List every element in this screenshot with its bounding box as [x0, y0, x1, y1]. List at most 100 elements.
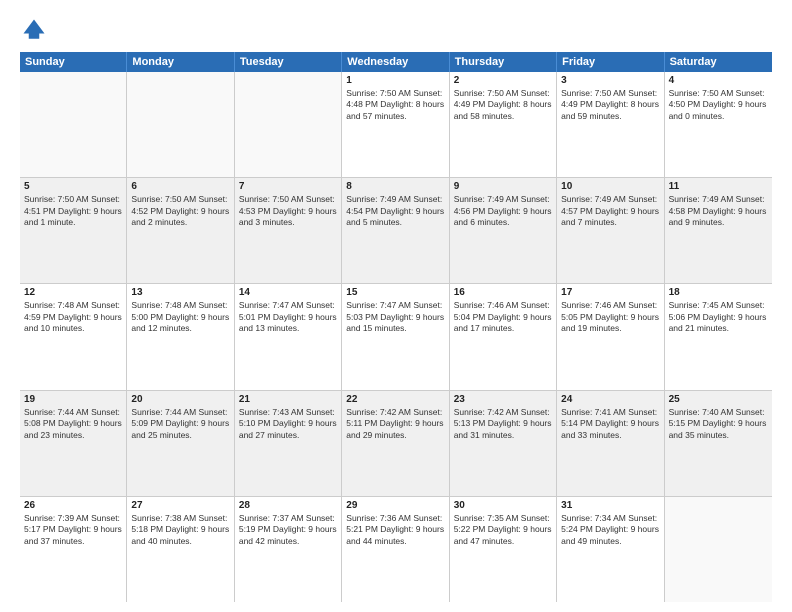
day-cell-2: 2 Sunrise: 7:50 AM Sunset: 4:49 PM Daylig… — [450, 72, 557, 177]
day-cell-16: 16 Sunrise: 7:46 AM Sunset: 5:04 PM Dayli… — [450, 284, 557, 389]
day-number: 6 — [131, 181, 229, 192]
calendar: SundayMondayTuesdayWednesdayThursdayFrid… — [20, 52, 772, 602]
header-day-wednesday: Wednesday — [342, 52, 449, 72]
day-cell-3: 3Sunrise: 7:50 AM Sunset: 4:49 PM Daylig… — [557, 72, 664, 177]
day-number: 23 — [454, 394, 552, 405]
day-cell-1: 1 Sunrise: 7:50 AM Sunset: 4:48 PM Daylig… — [342, 72, 449, 177]
cell-text: Sunrise: 7:48 AM Sunset: 4:59 PM Dayligh… — [24, 300, 122, 334]
day-cell-14: 14 Sunrise: 7:47 AM Sunset: 5:01 PM Dayli… — [235, 284, 342, 389]
day-cell-15: 15 Sunrise: 7:47 AM Sunset: 5:03 PM Dayli… — [342, 284, 449, 389]
cell-text: Sunrise: 7:49 AM Sunset: 4:58 PM Dayligh… — [669, 194, 768, 228]
day-cell-25: 25 Sunrise: 7:40 AM Sunset: 5:15 PM Dayli… — [665, 391, 772, 496]
calendar-row-0: 1 Sunrise: 7:50 AM Sunset: 4:48 PM Daylig… — [20, 72, 772, 178]
day-number: 17 — [561, 287, 659, 298]
day-number: 3 — [561, 75, 659, 86]
calendar-row-2: 12 Sunrise: 7:48 AM Sunset: 4:59 PM Dayli… — [20, 284, 772, 390]
cell-text: Sunrise: 7:47 AM Sunset: 5:03 PM Dayligh… — [346, 300, 444, 334]
cell-text: Sunrise: 7:50 AM Sunset: 4:51 PM Dayligh… — [24, 194, 122, 228]
day-number: 9 — [454, 181, 552, 192]
day-number: 24 — [561, 394, 659, 405]
calendar-header: SundayMondayTuesdayWednesdayThursdayFrid… — [20, 52, 772, 72]
logo-icon — [20, 16, 48, 44]
day-number: 11 — [669, 181, 768, 192]
cell-text: Sunrise: 7:35 AM Sunset: 5:22 PM Dayligh… — [454, 513, 552, 547]
header-day-monday: Monday — [127, 52, 234, 72]
cell-text: Sunrise: 7:38 AM Sunset: 5:18 PM Dayligh… — [131, 513, 229, 547]
day-number: 2 — [454, 75, 552, 86]
cell-text: Sunrise: 7:50 AM Sunset: 4:49 PM Dayligh… — [454, 88, 552, 122]
cell-text: Sunrise: 7:37 AM Sunset: 5:19 PM Dayligh… — [239, 513, 337, 547]
day-cell-7: 7Sunrise: 7:50 AM Sunset: 4:53 PM Daylig… — [235, 178, 342, 283]
day-number: 28 — [239, 500, 337, 511]
day-number: 15 — [346, 287, 444, 298]
day-number: 26 — [24, 500, 122, 511]
cell-text: Sunrise: 7:47 AM Sunset: 5:01 PM Dayligh… — [239, 300, 337, 334]
cell-text: Sunrise: 7:50 AM Sunset: 4:48 PM Dayligh… — [346, 88, 444, 122]
cell-text: Sunrise: 7:44 AM Sunset: 5:08 PM Dayligh… — [24, 407, 122, 441]
header-day-tuesday: Tuesday — [235, 52, 342, 72]
cell-text: Sunrise: 7:42 AM Sunset: 5:13 PM Dayligh… — [454, 407, 552, 441]
day-cell-5: 5 Sunrise: 7:50 AM Sunset: 4:51 PM Daylig… — [20, 178, 127, 283]
page: SundayMondayTuesdayWednesdayThursdayFrid… — [0, 0, 792, 612]
cell-text: Sunrise: 7:40 AM Sunset: 5:15 PM Dayligh… — [669, 407, 768, 441]
cell-text: Sunrise: 7:42 AM Sunset: 5:11 PM Dayligh… — [346, 407, 444, 441]
day-number: 5 — [24, 181, 122, 192]
cell-text: Sunrise: 7:50 AM Sunset: 4:53 PM Dayligh… — [239, 194, 337, 228]
cell-text: Sunrise: 7:46 AM Sunset: 5:04 PM Dayligh… — [454, 300, 552, 334]
day-cell-9: 9Sunrise: 7:49 AM Sunset: 4:56 PM Daylig… — [450, 178, 557, 283]
logo — [20, 16, 52, 44]
day-cell-20: 20Sunrise: 7:44 AM Sunset: 5:09 PM Dayli… — [127, 391, 234, 496]
day-number: 14 — [239, 287, 337, 298]
header — [20, 16, 772, 44]
day-number: 1 — [346, 75, 444, 86]
day-number: 21 — [239, 394, 337, 405]
day-cell-23: 23 Sunrise: 7:42 AM Sunset: 5:13 PM Dayli… — [450, 391, 557, 496]
calendar-row-3: 19 Sunrise: 7:44 AM Sunset: 5:08 PM Dayli… — [20, 391, 772, 497]
day-cell-26: 26Sunrise: 7:39 AM Sunset: 5:17 PM Dayli… — [20, 497, 127, 602]
day-cell-11: 11 Sunrise: 7:49 AM Sunset: 4:58 PM Dayli… — [665, 178, 772, 283]
day-number: 27 — [131, 500, 229, 511]
header-day-sunday: Sunday — [20, 52, 127, 72]
day-cell-18: 18Sunrise: 7:45 AM Sunset: 5:06 PM Dayli… — [665, 284, 772, 389]
cell-text: Sunrise: 7:45 AM Sunset: 5:06 PM Dayligh… — [669, 300, 768, 334]
cell-text: Sunrise: 7:34 AM Sunset: 5:24 PM Dayligh… — [561, 513, 659, 547]
day-number: 25 — [669, 394, 768, 405]
day-number: 4 — [669, 75, 768, 86]
day-number: 12 — [24, 287, 122, 298]
day-cell-8: 8Sunrise: 7:49 AM Sunset: 4:54 PM Daylig… — [342, 178, 449, 283]
day-number: 16 — [454, 287, 552, 298]
day-cell-30: 30 Sunrise: 7:35 AM Sunset: 5:22 PM Dayli… — [450, 497, 557, 602]
day-cell-4: 4 Sunrise: 7:50 AM Sunset: 4:50 PM Daylig… — [665, 72, 772, 177]
day-cell-29: 29 Sunrise: 7:36 AM Sunset: 5:21 PM Dayli… — [342, 497, 449, 602]
day-cell-17: 17 Sunrise: 7:46 AM Sunset: 5:05 PM Dayli… — [557, 284, 664, 389]
cell-text: Sunrise: 7:41 AM Sunset: 5:14 PM Dayligh… — [561, 407, 659, 441]
day-number: 29 — [346, 500, 444, 511]
day-cell-6: 6 Sunrise: 7:50 AM Sunset: 4:52 PM Daylig… — [127, 178, 234, 283]
day-number: 10 — [561, 181, 659, 192]
day-cell-31: 31 Sunrise: 7:34 AM Sunset: 5:24 PM Dayli… — [557, 497, 664, 602]
cell-text: Sunrise: 7:50 AM Sunset: 4:52 PM Dayligh… — [131, 194, 229, 228]
empty-cell-0-1 — [127, 72, 234, 177]
cell-text: Sunrise: 7:50 AM Sunset: 4:50 PM Dayligh… — [669, 88, 768, 122]
calendar-body: 1 Sunrise: 7:50 AM Sunset: 4:48 PM Daylig… — [20, 72, 772, 602]
cell-text: Sunrise: 7:43 AM Sunset: 5:10 PM Dayligh… — [239, 407, 337, 441]
calendar-row-1: 5 Sunrise: 7:50 AM Sunset: 4:51 PM Daylig… — [20, 178, 772, 284]
cell-text: Sunrise: 7:36 AM Sunset: 5:21 PM Dayligh… — [346, 513, 444, 547]
day-number: 30 — [454, 500, 552, 511]
cell-text: Sunrise: 7:46 AM Sunset: 5:05 PM Dayligh… — [561, 300, 659, 334]
day-number: 31 — [561, 500, 659, 511]
day-number: 22 — [346, 394, 444, 405]
day-number: 19 — [24, 394, 122, 405]
empty-cell-0-2 — [235, 72, 342, 177]
cell-text: Sunrise: 7:44 AM Sunset: 5:09 PM Dayligh… — [131, 407, 229, 441]
day-cell-24: 24 Sunrise: 7:41 AM Sunset: 5:14 PM Dayli… — [557, 391, 664, 496]
day-number: 13 — [131, 287, 229, 298]
day-cell-13: 13 Sunrise: 7:48 AM Sunset: 5:00 PM Dayli… — [127, 284, 234, 389]
cell-text: Sunrise: 7:48 AM Sunset: 5:00 PM Dayligh… — [131, 300, 229, 334]
day-cell-12: 12 Sunrise: 7:48 AM Sunset: 4:59 PM Dayli… — [20, 284, 127, 389]
header-day-thursday: Thursday — [450, 52, 557, 72]
calendar-row-4: 26Sunrise: 7:39 AM Sunset: 5:17 PM Dayli… — [20, 497, 772, 602]
day-number: 8 — [346, 181, 444, 192]
header-day-friday: Friday — [557, 52, 664, 72]
day-cell-22: 22 Sunrise: 7:42 AM Sunset: 5:11 PM Dayli… — [342, 391, 449, 496]
